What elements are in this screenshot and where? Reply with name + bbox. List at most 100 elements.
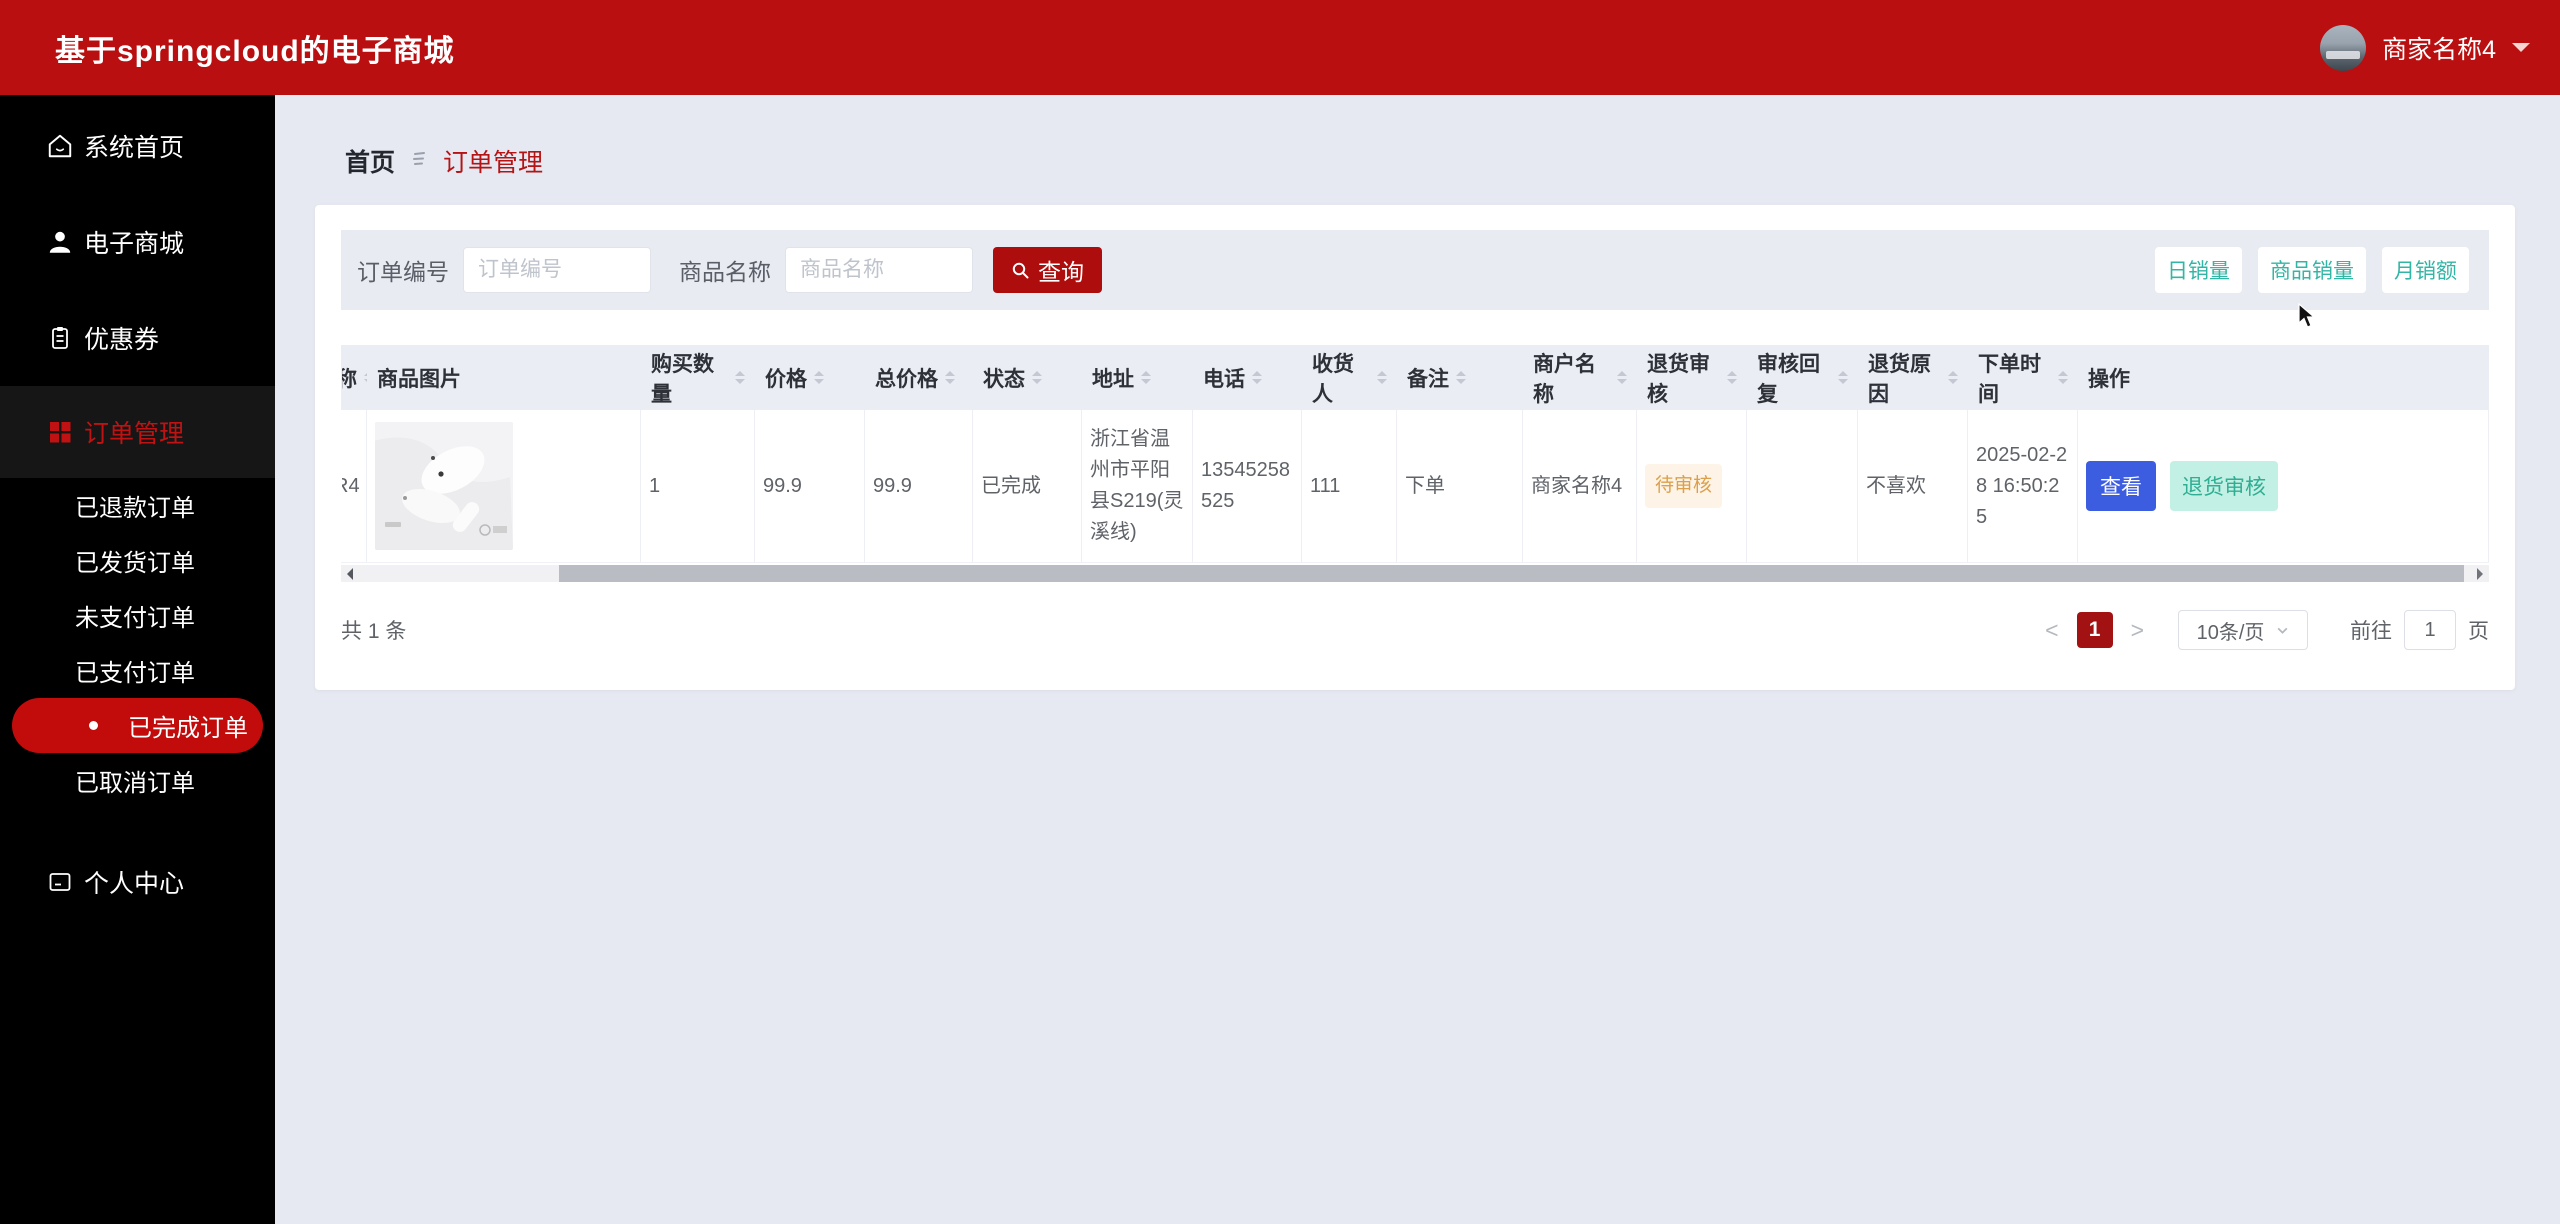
sidebar-item-completed-orders[interactable]: 已完成订单 (12, 698, 263, 753)
cell-price: 99.9 (755, 410, 865, 562)
sort-icon[interactable] (1252, 366, 1262, 389)
refund-review-button[interactable]: 退货审核 (2170, 461, 2278, 511)
search-button[interactable]: 查询 (993, 247, 1102, 293)
column-header-price[interactable]: 价格 (755, 363, 865, 393)
horizontal-scrollbar[interactable] (341, 565, 2489, 582)
cell-merchant: 商家名称4 (1523, 410, 1637, 562)
breadcrumb-separator-icon (409, 149, 429, 174)
sort-icon[interactable] (1617, 366, 1627, 389)
column-header-refund-reason[interactable]: 退货原因 (1858, 348, 1968, 408)
avatar[interactable] (2320, 24, 2367, 71)
app-header: 基于springcloud的电子商城 商家名称4 (0, 0, 2560, 95)
cell-product-image (367, 410, 641, 562)
chevron-down-icon (2276, 624, 2289, 637)
sidebar-item-unpaid-orders[interactable]: 未支付订单 (0, 588, 275, 643)
sidebar-item-mall[interactable]: 电子商城 (0, 194, 275, 290)
chevron-down-icon (2512, 43, 2530, 61)
page-size-select[interactable]: 10条/页 (2178, 610, 2308, 650)
sort-icon[interactable] (1141, 366, 1151, 389)
status-badge: 待审核 (1645, 464, 1723, 508)
sidebar-item-coupon[interactable]: 优惠券 (0, 290, 275, 386)
scroll-right-icon[interactable] (2473, 565, 2489, 582)
sidebar-item-home[interactable]: 系统首页 (0, 98, 275, 194)
total-count: 共 1 条 (341, 620, 407, 643)
cell-remark: 下单 (1397, 410, 1523, 562)
sidebar-item-label: 电子商城 (84, 230, 185, 258)
column-header-quantity[interactable]: 购买数量 (641, 348, 755, 408)
cell-refund-review: 待审核 (1637, 410, 1747, 562)
main-content: 首页 订单管理 订单编号 商品名称 查询 (275, 95, 2560, 1224)
orders-submenu: 已退款订单 已发货订单 未支付订单 已支付订单 已完成订单 已取消订单 (0, 478, 275, 808)
column-header-review-reply[interactable]: 审核回复 (1747, 348, 1858, 408)
sidebar-item-paid-orders[interactable]: 已支付订单 (0, 643, 275, 698)
scroll-left-icon[interactable] (341, 565, 357, 582)
table-footer: 共 1 条 < 1 > 10条/页 前往 页 (341, 610, 2489, 650)
column-header-status[interactable]: 状态 (973, 363, 1082, 393)
column-header-order-time[interactable]: 下单时间 (1968, 348, 2078, 408)
product-name-label: 商品名称 (679, 259, 771, 285)
user-icon (46, 228, 74, 256)
sidebar-item-shipped-orders[interactable]: 已发货订单 (0, 533, 275, 588)
next-page-button[interactable]: > (2119, 617, 2156, 644)
view-button[interactable]: 查看 (2086, 461, 2156, 511)
prev-page-button[interactable]: < (2033, 617, 2070, 644)
daily-sales-button[interactable]: 日销量 (2155, 247, 2242, 293)
product-name-input[interactable] (785, 247, 973, 293)
sidebar-item-orders[interactable]: 订单管理 (0, 386, 275, 478)
sidebar-item-cancelled-orders[interactable]: 已取消订单 (0, 753, 275, 808)
product-sales-button[interactable]: 商品销量 (2258, 247, 2366, 293)
cell-clipped: R4 (341, 410, 367, 562)
column-header-total-price[interactable]: 总价格 (865, 363, 973, 393)
earbuds-product-photo[interactable] (375, 422, 513, 550)
sort-icon[interactable] (1948, 366, 1958, 389)
scrollbar-thumb[interactable] (559, 565, 2464, 582)
search-icon (1011, 261, 1030, 280)
breadcrumb-home[interactable]: 首页 (345, 143, 395, 179)
table-row: R4 (341, 410, 2489, 563)
column-header-merchant[interactable]: 商户名称 (1523, 348, 1637, 408)
user-menu[interactable]: 商家名称4 (2320, 24, 2530, 71)
column-header-phone[interactable]: 电话 (1193, 363, 1302, 393)
sort-icon[interactable] (945, 366, 955, 389)
sort-icon[interactable] (2058, 366, 2068, 389)
filter-bar: 订单编号 商品名称 查询 日销量 商品销量 月销额 (341, 230, 2489, 310)
page-number-active[interactable]: 1 (2076, 612, 2113, 648)
cell-review-reply (1747, 410, 1858, 562)
order-no-input[interactable] (463, 247, 651, 293)
column-header-remark[interactable]: 备注 (1397, 363, 1523, 393)
sub-item-label: 已发货订单 (75, 550, 195, 577)
monthly-revenue-button[interactable]: 月销额 (2382, 247, 2469, 293)
column-header-product-image: 商品图片 (377, 367, 461, 391)
sort-icon[interactable] (735, 366, 745, 389)
sort-icon[interactable] (1377, 366, 1387, 389)
mouse-cursor (2297, 302, 2321, 334)
column-header-clipped[interactable]: 称 (341, 363, 367, 393)
table-header-row: 称 商品图片 购买数量 价格 总价格 (341, 345, 2489, 410)
active-bullet-icon (89, 721, 98, 730)
grid-icon (46, 418, 74, 446)
column-header-receiver[interactable]: 收货人 (1302, 348, 1397, 408)
sort-icon[interactable] (1456, 366, 1466, 389)
sidebar-item-profile[interactable]: 个人中心 (0, 834, 275, 930)
goto-page-input[interactable] (2404, 610, 2456, 650)
cell-address: 浙江省温州市平阳县S219(灵溪线) (1082, 410, 1193, 562)
sort-icon[interactable] (1838, 366, 1848, 389)
sub-item-label: 未支付订单 (75, 605, 195, 632)
cell-refund-reason: 不喜欢 (1858, 410, 1968, 562)
breadcrumb: 首页 订单管理 (345, 143, 2560, 179)
sort-icon[interactable] (814, 366, 824, 389)
sort-icon[interactable] (1032, 366, 1042, 389)
cell-quantity: 1 (641, 410, 755, 562)
sidebar-item-refunded-orders[interactable]: 已退款订单 (0, 478, 275, 533)
sort-icon[interactable] (1727, 366, 1737, 389)
page-unit-label: 页 (2468, 620, 2489, 643)
sidebar-item-label: 订单管理 (84, 420, 185, 448)
column-header-refund-review[interactable]: 退货审核 (1637, 348, 1747, 408)
order-no-label: 订单编号 (357, 259, 449, 285)
cell-actions: 查看 退货审核 (2078, 410, 2489, 562)
sidebar-item-label: 优惠券 (84, 326, 160, 354)
window-icon (46, 868, 74, 896)
home-icon (46, 132, 74, 160)
column-header-address[interactable]: 地址 (1082, 363, 1193, 393)
breadcrumb-current: 订单管理 (443, 149, 544, 177)
